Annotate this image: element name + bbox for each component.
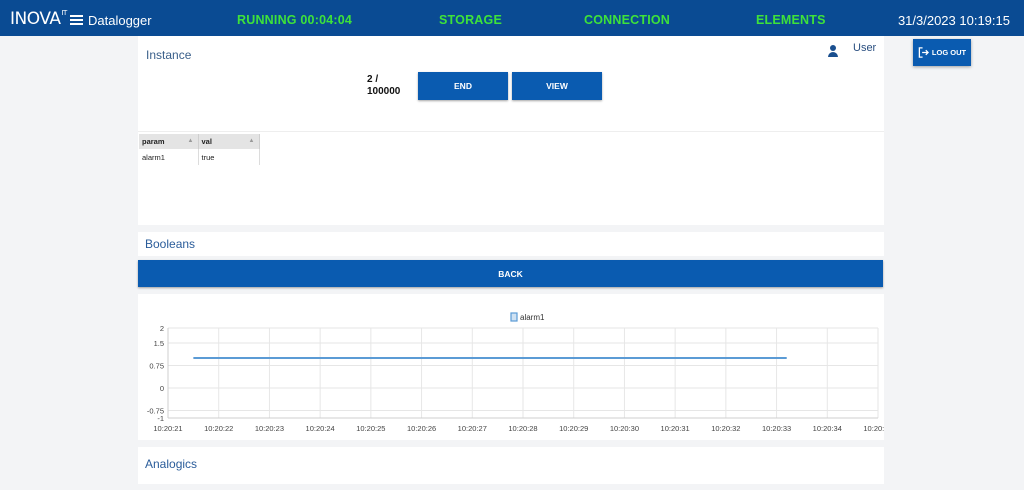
end-button[interactable]: END — [418, 72, 508, 100]
nav-storage[interactable]: STORAGE — [439, 13, 502, 27]
legend-label: alarm1 — [520, 313, 545, 322]
x-tick-label: 10:20:21 — [153, 424, 182, 433]
datetime-display: 31/3/2023 10:19:15 — [897, 13, 1010, 28]
analogics-title: Analogics — [145, 457, 198, 471]
running-status: RUNNING 00:04:04 — [237, 13, 353, 27]
counter-current: 2 / — [367, 74, 379, 85]
counter-total: 100000 — [367, 86, 401, 97]
x-tick-label: 10:20:30 — [610, 424, 639, 433]
booleans-panel: Booleans — [138, 232, 884, 256]
booleans-title: Booleans — [145, 237, 196, 251]
x-tick-label: 10:20:27 — [458, 424, 487, 433]
divider — [138, 131, 884, 132]
nav-elements[interactable]: ELEMENTS — [756, 13, 826, 27]
y-tick-label: -1 — [157, 414, 164, 423]
logout-icon — [918, 47, 929, 58]
chart-panel: 2 1.5 0.75 0 -0.75 -1 10:20:21 10:20:22 10:20:23… — [138, 294, 893, 440]
logout-button[interactable]: LOG OUT — [913, 39, 971, 66]
legend-swatch — [510, 312, 518, 322]
x-tick-label: 10:20:25 — [356, 424, 385, 433]
user-name: User — [853, 42, 877, 54]
table-cell-val: true — [198, 149, 260, 165]
instance-title: Instance — [146, 48, 192, 62]
column-header-param[interactable]: param ▲ — [139, 134, 199, 149]
user-icon — [827, 45, 839, 57]
x-tick-label: 10:20:29 — [559, 424, 588, 433]
column-header-val[interactable]: val ▲ — [198, 134, 260, 149]
brand-logo: INOVAIT — [10, 9, 67, 29]
x-tick-label: 10:20:35 — [863, 424, 884, 433]
y-tick-label: 2 — [160, 324, 164, 333]
view-button[interactable]: VIEW — [512, 72, 602, 100]
x-tick-label: 10:20:32 — [711, 424, 740, 433]
x-tick-label: 10:20:33 — [762, 424, 791, 433]
x-tick-label: 10:20:31 — [661, 424, 690, 433]
hamburger-menu-icon[interactable] — [70, 15, 83, 25]
top-bar: INOVAIT Datalogger RUNNING 00:04:04 STOR… — [0, 0, 1024, 36]
table-row: alarm1 true — [139, 149, 260, 165]
boolean-chart: 21.50.750-0.75-110:20:21 10:20:22 10:20:23… — [147, 312, 893, 433]
sort-icon[interactable]: ▲ — [188, 138, 194, 144]
app-title: Datalogger — [88, 13, 152, 28]
param-table: param ▲ val ▲ alarm1 true — [139, 134, 260, 165]
analogics-panel: Analogics — [138, 447, 884, 484]
sort-icon[interactable]: ▲ — [249, 138, 255, 144]
y-tick-label: 1.5 — [154, 339, 164, 348]
x-tick-label: 10:20:28 — [508, 424, 537, 433]
y-tick-label: 0 — [160, 384, 164, 393]
nav-connection[interactable]: CONNECTION — [584, 13, 670, 27]
table-cell-param: alarm1 — [139, 149, 199, 165]
instance-panel: Instance 2 / 100000 END VIEW param ▲ val ▲… — [138, 36, 884, 225]
x-tick-label: 10:20:34 — [813, 424, 842, 433]
back-button[interactable]: BACK — [138, 260, 883, 287]
instance-counter: 2 / 100000 — [367, 74, 400, 98]
y-tick-label: 0.75 — [149, 362, 164, 371]
x-tick-label: 10:20:23 — [255, 424, 284, 433]
x-tick-label: 10:20:26 — [407, 424, 436, 433]
x-tick-label: 10:20:24 — [306, 424, 335, 433]
logout-label: LOG OUT — [931, 48, 967, 57]
x-tick-label: 10:20:22 — [204, 424, 233, 433]
